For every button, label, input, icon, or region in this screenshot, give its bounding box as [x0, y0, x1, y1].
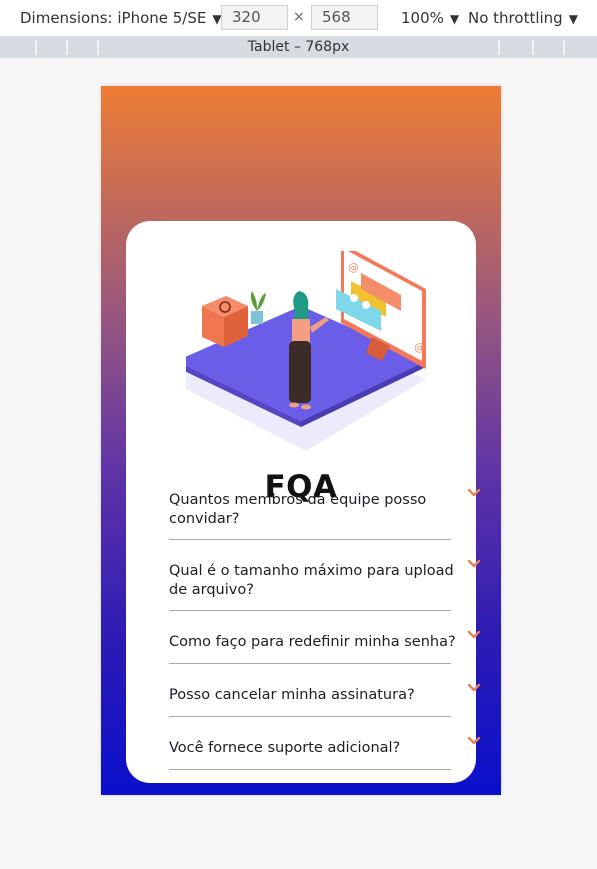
media-query-bar[interactable]: Tablet – 768px	[0, 37, 597, 58]
dimensions-label: Dimensions: iPhone 5/SE	[20, 9, 207, 27]
svg-text:@: @	[348, 261, 359, 274]
chevron-down-icon[interactable]	[467, 629, 481, 641]
faq-divider	[169, 663, 451, 664]
media-query-label: Tablet – 768px	[247, 39, 350, 55]
faq-question[interactable]: Quantos membros da equipe posso convidar…	[169, 491, 463, 529]
height-input[interactable]: 568	[311, 5, 378, 30]
throttling-dropdown[interactable]: No throttling ▼	[468, 9, 578, 27]
dropdown-arrow-icon: ▼	[568, 12, 578, 26]
svg-text:@: @	[414, 341, 425, 354]
faq-divider	[169, 716, 451, 717]
zoom-dropdown[interactable]: 100% ▼	[401, 9, 459, 27]
chevron-down-icon[interactable]	[467, 487, 481, 499]
chevron-down-icon[interactable]	[467, 735, 481, 747]
chevron-down-icon[interactable]	[467, 682, 481, 694]
faq-divider	[169, 610, 451, 611]
faq-divider	[169, 769, 451, 770]
faq-question[interactable]: Qual é o tamanho máximo para upload de a…	[169, 562, 463, 600]
times-separator: ×	[293, 9, 305, 25]
devtools-device-toolbar: Dimensions: iPhone 5/SE ▼ 320 × 568 100% ▼…	[0, 0, 597, 37]
throttling-label: No throttling	[468, 9, 563, 27]
faq-divider	[169, 539, 451, 540]
dimensions-dropdown[interactable]: Dimensions: iPhone 5/SE ▼	[20, 9, 222, 27]
device-viewport: @ @ FQA Quantos membros da equipe posso …	[101, 86, 501, 795]
faq-question[interactable]: Você fornece suporte adicional?	[169, 739, 463, 758]
woman-with-screen-illustration: @ @	[186, 251, 426, 451]
faq-question[interactable]: Como faço para redefinir minha senha?	[169, 633, 463, 652]
dropdown-arrow-icon: ▼	[449, 12, 460, 26]
faq-card: @ @ FQA Quantos membros da equipe posso …	[126, 221, 481, 783]
faq-question[interactable]: Posso cancelar minha assinatura?	[169, 686, 463, 705]
chevron-down-icon[interactable]	[467, 558, 481, 570]
zoom-label: 100%	[401, 9, 444, 27]
width-input[interactable]: 320	[221, 5, 288, 30]
